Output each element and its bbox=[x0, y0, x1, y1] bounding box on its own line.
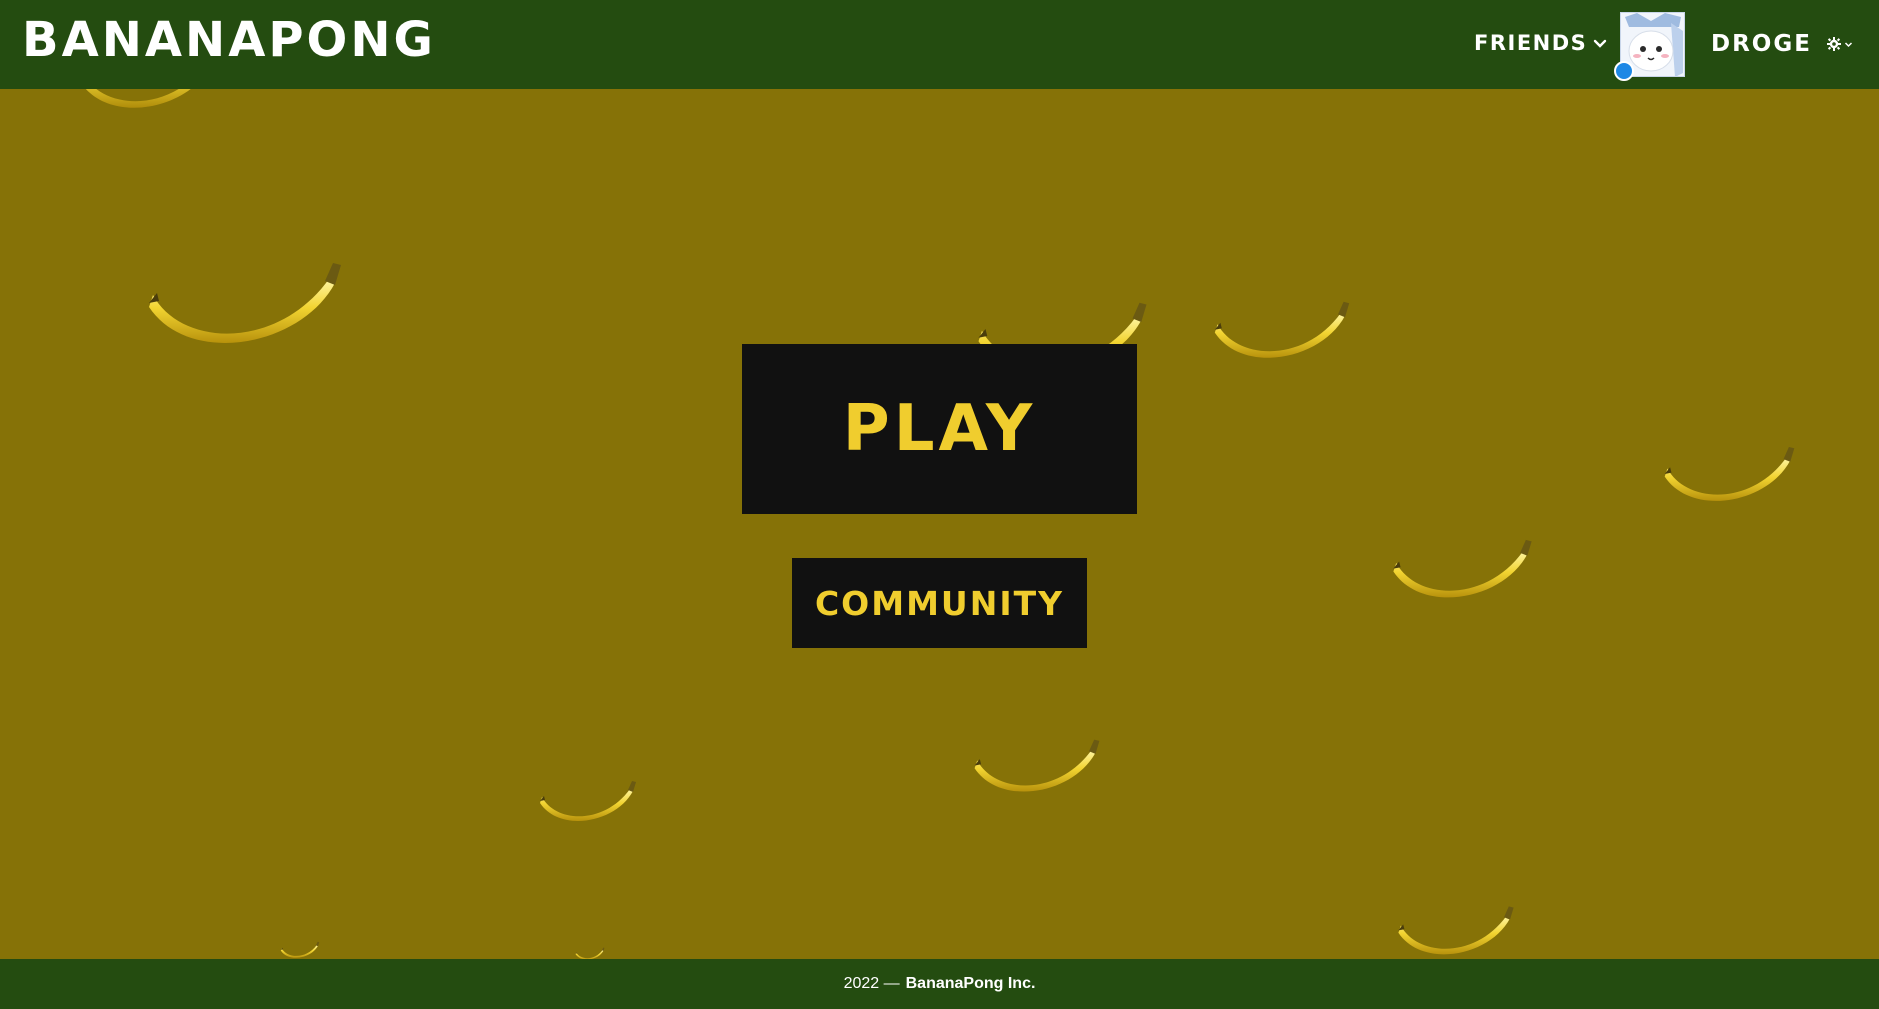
chevron-down-icon bbox=[1594, 39, 1607, 48]
top-navbar: BANANAPONG FRIENDS DROGE bbox=[0, 0, 1879, 89]
banana-icon bbox=[78, 89, 218, 119]
banana-icon bbox=[1212, 299, 1352, 369]
banana-icon bbox=[972, 737, 1102, 802]
play-button[interactable]: PLAY bbox=[742, 344, 1137, 514]
banana-icon bbox=[538, 779, 638, 829]
banana-icon bbox=[280, 941, 320, 959]
app-logo[interactable]: BANANAPONG bbox=[22, 10, 436, 70]
banana-background bbox=[0, 89, 1879, 959]
friends-label: FRIENDS bbox=[1474, 31, 1588, 55]
banana-icon bbox=[575, 947, 605, 959]
gear-icon bbox=[1827, 37, 1841, 51]
friends-dropdown[interactable]: FRIENDS bbox=[1474, 27, 1607, 59]
online-status-dot bbox=[1614, 61, 1634, 81]
banana-icon bbox=[1390, 537, 1535, 609]
footer: 2022 — BananaPong Inc. bbox=[0, 959, 1879, 1009]
banana-icon bbox=[1396, 904, 1516, 959]
chevron-down-icon bbox=[1844, 41, 1853, 47]
banana-icon bbox=[145, 259, 345, 359]
username[interactable]: DROGE bbox=[1711, 28, 1812, 60]
community-button[interactable]: COMMUNITY bbox=[792, 558, 1087, 648]
banana-icon bbox=[1662, 444, 1797, 512]
footer-year: 2022 — bbox=[843, 975, 900, 992]
settings-menu[interactable] bbox=[1826, 34, 1858, 54]
footer-company: BananaPong Inc. bbox=[905, 975, 1036, 992]
